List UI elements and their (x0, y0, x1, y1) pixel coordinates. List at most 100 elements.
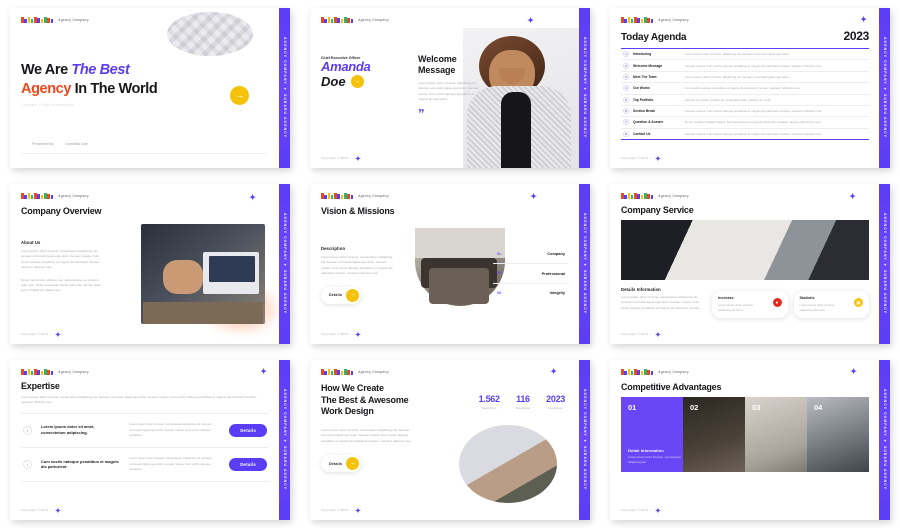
table-row[interactable]: 8 Contact Us Aenean massa. Cum sociis nato… (621, 128, 869, 140)
logo-block (640, 370, 644, 375)
logo-block (327, 193, 331, 199)
welcome-slide[interactable]: Agency Company ✦ Chief Executive Officer… (310, 8, 590, 168)
vision-missions-slide[interactable]: Agency Company ✦ Vision & Missions Descr… (310, 184, 590, 344)
title-slide[interactable]: Agency Company We Are The Best Agency In… (10, 8, 290, 168)
headline-3: Work Design (321, 406, 374, 417)
expertise-slide[interactable]: Agency Company ✦ Expertise Lorem ipsum d… (10, 360, 290, 520)
agenda-description: Aenean massa. Cum sociis natoque penatib… (685, 109, 822, 114)
details-button[interactable]: Details → (321, 455, 362, 473)
logo-block (21, 17, 24, 23)
logo-block (643, 17, 647, 23)
divider (21, 153, 267, 154)
table-row[interactable]: 3 Meet The Team Lorem ipsum dolor sit amet… (621, 71, 869, 83)
logo-block (50, 19, 54, 23)
agenda-table: 1 Introducing Lorem ipsum dolor sit amet, … (621, 48, 869, 140)
advantage-panel[interactable]: 02 (683, 397, 745, 472)
stat-item: 2023 Description (546, 394, 565, 410)
logo-row: Agency Company (21, 193, 269, 199)
side-rail-text: AGENCY COMPANY ✦ SUBARU AGENCY (583, 213, 587, 315)
side-rail: AGENCY COMPANY ✦ SUBARU AGENCY (879, 360, 890, 520)
stat-value: 116 (516, 394, 530, 404)
brand-name: Agency Company (58, 194, 89, 198)
details-button[interactable]: Details (229, 423, 267, 437)
arrow-right-icon: → (346, 457, 360, 471)
service-card[interactable]: Increase Lorem ipsum dolor sit amet, adip… (712, 291, 788, 318)
table-row[interactable]: 7 Question & Answer Donec sodales sagittis… (621, 117, 869, 129)
logo-block (43, 193, 47, 199)
mission-item[interactable]: 02. Professional (493, 264, 569, 283)
side-rail: AGENCY COMPANY ✦ SUBARU AGENCY (579, 8, 590, 168)
star-accent-icon: ✦ (850, 367, 857, 376)
list-item[interactable]: i Lorem ipsum dolor sit amet, consectetue… (21, 413, 269, 447)
agenda-number: 3 (623, 73, 629, 80)
competitive-advantages-slide[interactable]: Agency Company ✦ Competitive Advantages … (610, 360, 890, 520)
logo-block (647, 18, 650, 23)
headline-1: How We Create (321, 383, 384, 393)
logo-block (327, 369, 331, 375)
stat-label: Description (481, 406, 497, 410)
advantage-panel[interactable]: 01 Detail Information Lorem ipsum dolor si… (621, 397, 683, 472)
logo-block (621, 369, 624, 375)
logo-block (37, 370, 40, 375)
logo-block (37, 194, 40, 199)
table-row[interactable]: 1 Introducing Lorem ipsum dolor sit amet, … (621, 49, 869, 60)
star-accent-icon: ✦ (655, 155, 661, 163)
section-heading: Description (321, 246, 346, 251)
logo-block (340, 194, 344, 199)
stat-label: Description (548, 406, 563, 410)
meeting-photo (141, 224, 265, 324)
page-title: Vision & Missions (321, 206, 395, 216)
team-photo (415, 228, 505, 306)
brand-logo-icon (21, 193, 54, 199)
copyright: Copyright © 2023 (21, 332, 49, 336)
star-accent-icon: ✦ (260, 367, 267, 376)
company-service-slide[interactable]: Agency Company ✦ Company Service Details… (610, 184, 890, 344)
brand-name: Agency Company (658, 370, 689, 374)
mission-item[interactable]: 03. Integrity (493, 283, 569, 302)
table-row[interactable]: 5 Top Portfolio Aenean leo ligula, porttit… (621, 94, 869, 106)
details-button-label: Details (329, 461, 343, 466)
presented-by-label: Presented by: (32, 142, 55, 146)
expertise-title: Cum sociis natoque penatibus et magnis d… (40, 458, 119, 470)
advantage-panel[interactable]: 04 (807, 397, 869, 472)
star-accent-icon: ✦ (355, 155, 361, 163)
brand-logo-icon (321, 17, 354, 23)
logo-block (24, 18, 27, 23)
copyright: Copyright © 2023 (21, 508, 49, 512)
table-row[interactable]: 2 Welcome Message Aenean massa. Cum sociis… (621, 60, 869, 72)
stat-value: 1.562 (478, 394, 500, 404)
chart-icon: ▦ (854, 298, 863, 307)
list-item[interactable]: i Cum sociis natoque penatibus et magnis … (21, 447, 269, 481)
agenda-year: 2023 (843, 29, 870, 43)
mission-item[interactable]: 01. Company (493, 244, 569, 263)
side-rail: AGENCY COMPANY ✦ SUBARU AGENCY (279, 184, 290, 344)
agenda-slide[interactable]: Agency Company ✦ Today Agenda 2023 1 Intr… (610, 8, 890, 168)
work-design-slide[interactable]: Agency Company ✦ How We Create The Best … (310, 360, 590, 520)
details-button[interactable]: Details (229, 457, 267, 471)
overview-body-2: Donec quam felis, ultricies nec, pellent… (21, 277, 101, 293)
expertise-intro: Lorem ipsum dolor sit amet, consectetuer… (21, 395, 257, 405)
title-part-4: In The World (70, 80, 158, 97)
table-row[interactable]: 6 Section Break Aenean massa. Cum sociis n… (621, 105, 869, 117)
logo-block (34, 193, 37, 199)
design-photo (459, 425, 557, 503)
logo-block (647, 194, 650, 199)
next-arrow-button[interactable]: → (230, 86, 249, 105)
logo-block (334, 369, 337, 375)
logo-block (34, 17, 37, 23)
subtitle: Company Profile Presentation (21, 103, 75, 108)
service-card[interactable]: Statistic Lorem ipsum dolor sit amet, adi… (793, 291, 869, 318)
logo-block (30, 19, 34, 23)
logo-block (27, 193, 31, 199)
side-rail-text: AGENCY COMPANY ✦ SUBARU AGENCY (883, 389, 887, 491)
company-overview-slide[interactable]: Agency Company ✦ Company Overview About … (10, 184, 290, 344)
logo-block (347, 18, 350, 23)
side-rail-text: AGENCY COMPANY ✦ SUBARU AGENCY (283, 389, 287, 491)
next-arrow-button[interactable]: → (350, 75, 364, 89)
flame-icon: ● (772, 298, 782, 307)
page-title: We Are The Best Agency In The World (21, 61, 211, 98)
logo-block (350, 195, 354, 199)
table-row[interactable]: 4 Our Works Cum sociis natoque penatibus e… (621, 83, 869, 94)
advantage-panel[interactable]: 03 (745, 397, 807, 472)
details-button[interactable]: Details → (321, 286, 362, 304)
